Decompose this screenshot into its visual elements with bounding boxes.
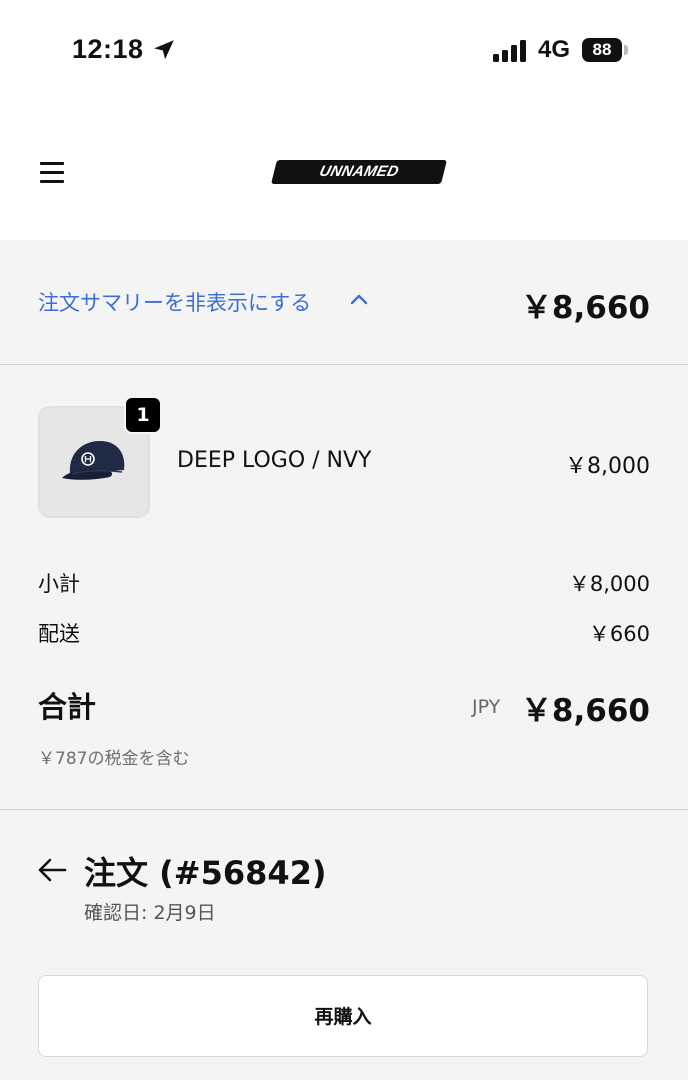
brand-logo-text: UNNAMED HEADWEAR — [305, 163, 401, 204]
status-bar: 12:18 4G 88 — [0, 0, 688, 100]
tax-note: ￥787の税金を含む — [38, 749, 190, 769]
hamburger-menu-icon[interactable] — [40, 162, 64, 184]
quantity-badge: 1 — [124, 396, 162, 434]
product-name: DEEP LOGO / NVY — [177, 448, 372, 473]
subtotal-value: ￥8,000 — [568, 572, 650, 596]
battery-icon: 88 — [582, 38, 622, 62]
section-divider — [0, 809, 688, 810]
currency-code: JPY — [472, 696, 501, 718]
hide-summary-link[interactable]: 注文サマリーを非表示にする — [38, 287, 311, 317]
order-title: 注文 (#56842) — [84, 854, 327, 892]
shipping-value: ￥660 — [588, 622, 650, 646]
total-value: ￥8,660 — [520, 693, 650, 729]
subtotal-label: 小計 — [38, 572, 80, 596]
rebuy-button[interactable]: 再購入 — [38, 975, 648, 1057]
back-arrow-icon[interactable] — [36, 856, 68, 884]
site-header: UNNAMED HEADWEAR — [0, 100, 688, 240]
confirmation-date: 確認日: 2月9日 — [84, 902, 216, 924]
cellular-signal-icon — [493, 40, 526, 62]
shipping-label: 配送 — [38, 622, 80, 646]
location-arrow-icon — [154, 40, 174, 60]
chevron-up-icon[interactable] — [350, 292, 368, 306]
status-time: 12:18 — [72, 34, 144, 64]
battery-cap — [624, 45, 628, 55]
summary-total-amount: ￥8,660 — [520, 290, 650, 326]
total-label: 合計 — [38, 690, 97, 724]
line-item: 1 DEEP LOGO / NVY ￥8,000 — [38, 396, 650, 518]
order-summary: 注文サマリーを非表示にする ￥8,660 1 DEEP LOGO / NVY ￥… — [0, 240, 688, 1080]
network-type: 4G — [538, 36, 571, 63]
product-price: ￥8,000 — [565, 454, 650, 479]
summary-toggle-row[interactable]: 注文サマリーを非表示にする ￥8,660 — [0, 240, 688, 365]
brand-logo[interactable]: UNNAMED HEADWEAR — [271, 160, 447, 204]
